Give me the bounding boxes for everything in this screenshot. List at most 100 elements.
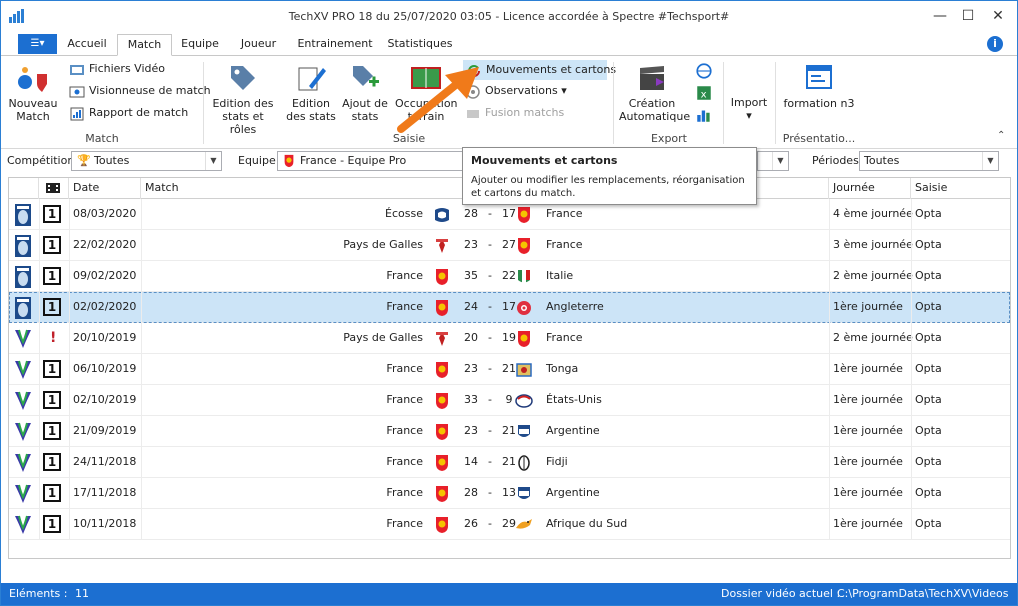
six-nations-logo-icon xyxy=(15,297,31,319)
france-flag-icon xyxy=(436,362,448,378)
away-team: États-Unis xyxy=(546,393,602,406)
table-row[interactable]: 1 02/10/2019 France 33-9 États-Unis 1ère jour… xyxy=(9,385,1010,416)
saisie: Opta xyxy=(915,517,942,530)
header-journee[interactable]: Journée xyxy=(829,178,911,199)
home-score: 14 xyxy=(464,455,478,468)
away-team: Italie xyxy=(546,269,574,282)
hidden-select[interactable]: ▼ xyxy=(757,151,789,171)
world-cup-logo-icon xyxy=(15,453,31,472)
header-date[interactable]: Date xyxy=(69,178,141,199)
nouveau-match-button[interactable]: Nouveau Match xyxy=(7,62,59,123)
home-team: France xyxy=(386,517,423,530)
tab-accueil[interactable]: Accueil xyxy=(63,34,111,56)
equipe-label: Equipe xyxy=(238,154,276,167)
away-team: Tonga xyxy=(546,362,579,375)
table-row[interactable]: 1 24/11/2018 France 14-21 Fidji 1ère journée O… xyxy=(9,447,1010,478)
visionneuse-button[interactable]: Visionneuse de match xyxy=(67,82,211,102)
table-row[interactable]: 1 10/11/2018 France 26-29 Afrique du Sud 1ère… xyxy=(9,509,1010,540)
trophy-icon: 🏆 xyxy=(77,154,91,167)
world-cup-logo-icon xyxy=(15,422,31,441)
equipe-select[interactable]: France - Equipe Pro xyxy=(277,151,463,171)
period-badge: 1 xyxy=(43,515,61,533)
england-flag-icon xyxy=(517,301,531,315)
france-flag-icon xyxy=(436,393,448,409)
argentina-flag-icon xyxy=(518,487,530,499)
period-badge: 1 xyxy=(43,360,61,378)
saisie: Opta xyxy=(915,238,942,251)
journee: 1ère journée xyxy=(833,486,903,499)
minimize-button[interactable]: — xyxy=(925,5,955,27)
match-date: 06/10/2019 xyxy=(73,362,137,375)
import-button[interactable]: Import ▾ xyxy=(727,96,771,122)
table-row[interactable]: 1 22/02/2020 Pays de Galles 23-27 France 3 èm… xyxy=(9,230,1010,261)
header-competition[interactable] xyxy=(9,178,39,199)
table-row[interactable]: 1 17/11/2018 France 28-13 Argentine 1ère jour… xyxy=(9,478,1010,509)
table-row[interactable]: 1 06/10/2019 France 23-21 Tonga 1ère journée O… xyxy=(9,354,1010,385)
tab-joueur[interactable]: Joueur xyxy=(231,34,286,56)
creation-automatique-button[interactable]: Création Automatique xyxy=(619,62,690,123)
tab-entrainement[interactable]: Entrainement xyxy=(293,34,377,56)
annotation-arrow-icon xyxy=(397,67,479,133)
match-date: 22/02/2020 xyxy=(73,238,137,251)
wales-flag-icon xyxy=(436,239,448,253)
saisie: Opta xyxy=(915,455,942,468)
header-saisie[interactable]: Saisie xyxy=(911,178,1010,199)
match-date: 09/02/2020 xyxy=(73,269,137,282)
tonga-flag-icon xyxy=(516,363,532,377)
mouvements-cartons-button[interactable]: Mouvements et cartons xyxy=(463,60,616,80)
saisie: Opta xyxy=(915,486,942,499)
france-flag-icon xyxy=(436,269,448,285)
periodes-select[interactable]: Toutes ▼ xyxy=(859,151,999,171)
journee: 1ère journée xyxy=(833,517,903,530)
dossier-label: Dossier vidéo actuel : xyxy=(721,587,841,600)
home-score: 24 xyxy=(464,300,478,313)
france-flag-icon xyxy=(436,517,448,533)
chart-export-icon[interactable] xyxy=(695,106,713,124)
match-date: 20/10/2019 xyxy=(73,331,137,344)
tab-equipe[interactable]: Equipe xyxy=(177,34,223,56)
saisie: Opta xyxy=(915,424,942,437)
tab-statistiques[interactable]: Statistiques xyxy=(383,34,457,56)
excel-export-icon[interactable]: x xyxy=(695,84,713,102)
collapse-ribbon-icon[interactable]: ⌃ xyxy=(997,130,1005,141)
table-row[interactable]: 1 09/02/2020 France 35-22 Italie 2 ème journé… xyxy=(9,261,1010,292)
edition-stats-roles-button[interactable]: Edition des stats et rôles xyxy=(209,62,277,136)
formation-n3-button[interactable]: formation n3 xyxy=(783,62,855,110)
globe-export-icon[interactable] xyxy=(695,62,713,80)
maximize-button[interactable]: ☐ xyxy=(953,5,983,27)
header-status[interactable] xyxy=(39,178,69,199)
table-row[interactable]: ! 20/10/2019 Pays de Galles 20-19 France 2 èm… xyxy=(9,323,1010,354)
home-team: France xyxy=(386,269,423,282)
home-score: 23 xyxy=(464,362,478,375)
group-label-export: Export xyxy=(650,132,687,145)
fichiers-video-button[interactable]: Fichiers Vidéo xyxy=(67,60,165,80)
edition-stats-button[interactable]: Edition des stats xyxy=(285,62,337,123)
journee: 1ère journée xyxy=(833,393,903,406)
south-africa-flag-icon xyxy=(516,519,532,529)
chevron-down-icon: ▾ xyxy=(746,109,752,122)
group-separator xyxy=(613,62,614,144)
france-crest-icon xyxy=(284,154,294,168)
table-row[interactable]: 1 21/09/2019 France 23-21 Argentine 1ère jour… xyxy=(9,416,1010,447)
score-separator: - xyxy=(488,238,492,251)
new-match-icon xyxy=(18,67,47,92)
presentation-icon xyxy=(806,65,832,89)
match-date: 10/11/2018 xyxy=(73,517,137,530)
home-team: Pays de Galles xyxy=(343,238,423,251)
title-bar: TechXV PRO 18 du 25/07/2020 03:05 - Lice… xyxy=(1,1,1017,32)
svg-text:x: x xyxy=(701,90,707,101)
tooltip: Mouvements et cartons Ajouter ou modifie… xyxy=(462,147,757,205)
rapport-match-button[interactable]: Rapport de match xyxy=(67,104,188,124)
away-team: Argentine xyxy=(546,424,600,437)
france-flag-icon xyxy=(436,424,448,440)
saisie: Opta xyxy=(915,393,942,406)
match-date: 02/10/2019 xyxy=(73,393,137,406)
help-icon[interactable]: i xyxy=(987,36,1003,52)
file-menu-button[interactable]: ☰▾ xyxy=(18,34,57,54)
tab-match[interactable]: Match xyxy=(117,34,172,56)
italy-flag-icon xyxy=(518,270,530,283)
ajout-stats-button[interactable]: Ajout de stats xyxy=(341,62,389,123)
close-button[interactable]: ✕ xyxy=(983,5,1013,27)
table-row[interactable]: 1 02/02/2020 France 24-17 Angleterre 1ère jou… xyxy=(9,292,1010,323)
competition-select[interactable]: 🏆 Toutes ▼ xyxy=(71,151,222,171)
